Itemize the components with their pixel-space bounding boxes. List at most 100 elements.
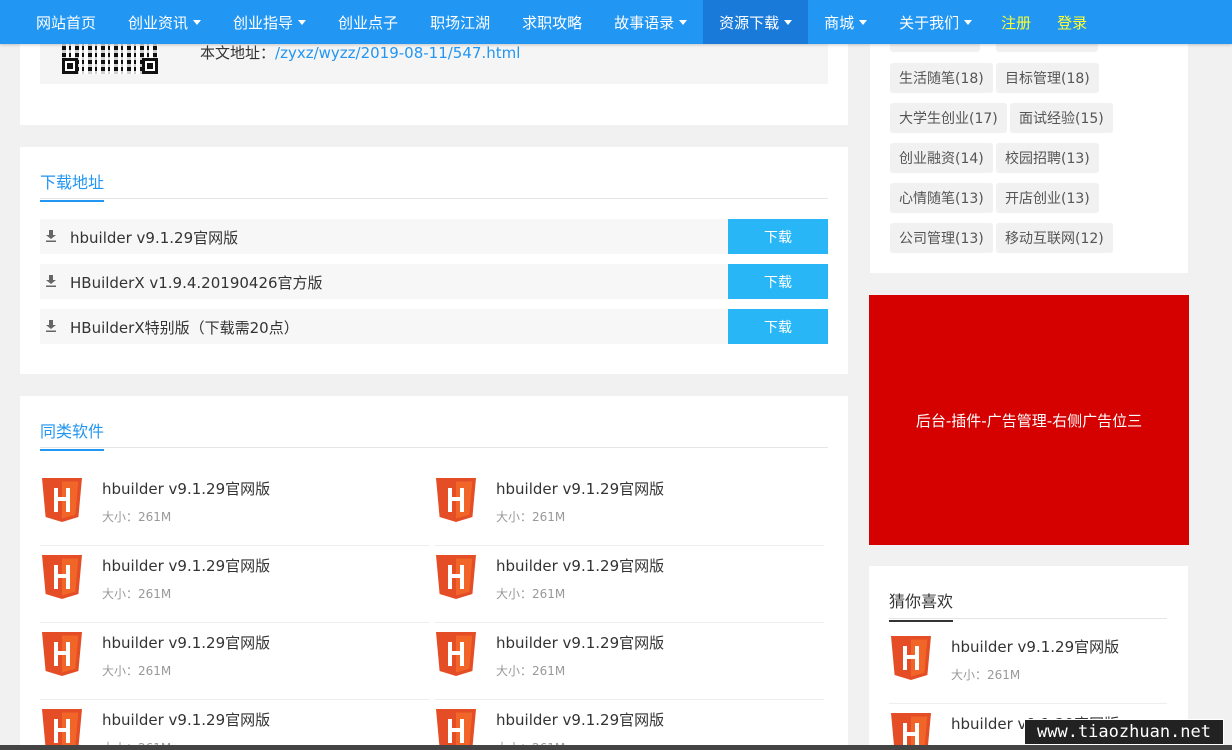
download-row: hbuilder v9.1.29官网版 下载 bbox=[40, 219, 828, 254]
software-name[interactable]: hbuilder v9.1.29官网版 bbox=[951, 636, 1119, 657]
similar-item[interactable]: hbuilder v9.1.29官网版大小：261M bbox=[434, 624, 824, 700]
download-button[interactable]: 下载 bbox=[728, 264, 828, 299]
nav-item-startup-ideas[interactable]: 创业点子 bbox=[322, 0, 414, 44]
caret-down-icon bbox=[859, 19, 868, 25]
divider bbox=[889, 618, 1167, 619]
address-link[interactable]: /zyxz/wyzz/2019-08-11/547.html bbox=[275, 44, 520, 62]
caret-down-icon bbox=[679, 19, 688, 25]
download-button[interactable]: 下载 bbox=[728, 309, 828, 344]
tag-item[interactable]: 开店创业(13) bbox=[996, 183, 1099, 213]
download-name: HBuilderX特别版（下载需20点） bbox=[70, 319, 299, 337]
software-size: 大小：261M bbox=[496, 587, 566, 601]
tag-item[interactable]: 公司管理(13) bbox=[890, 223, 993, 253]
caret-down-icon bbox=[298, 19, 307, 25]
guess-item[interactable]: hbuilder v9.1.29官网版大小：261M bbox=[889, 628, 1167, 704]
tag-item[interactable]: 移动互联网(12) bbox=[996, 223, 1113, 253]
software-name[interactable]: hbuilder v9.1.29官网版 bbox=[102, 709, 270, 730]
caret-down-icon bbox=[964, 19, 973, 25]
software-size: 大小：261M bbox=[496, 510, 566, 524]
download-icon bbox=[46, 275, 56, 287]
caret-down-icon bbox=[784, 19, 793, 25]
download-button[interactable]: 下载 bbox=[728, 219, 828, 254]
download-name: HBuilderX v1.9.4.20190426官方版 bbox=[70, 274, 323, 292]
tag-item[interactable]: 目标管理(18) bbox=[996, 63, 1099, 93]
software-name[interactable]: hbuilder v9.1.29官网版 bbox=[102, 478, 270, 499]
nav-item-workplace[interactable]: 职场江湖 bbox=[414, 0, 506, 44]
similar-item[interactable]: hbuilder v9.1.29官网版大小：261M bbox=[40, 701, 430, 750]
nav-item-stories[interactable]: 故事语录 bbox=[598, 0, 703, 44]
nav-item-shop[interactable]: 商城 bbox=[808, 0, 883, 44]
nav-item-about[interactable]: 关于我们 bbox=[883, 0, 988, 44]
html5-logo-icon bbox=[436, 632, 476, 676]
login-link[interactable]: 登录 bbox=[1044, 0, 1100, 44]
register-link[interactable]: 注册 bbox=[988, 0, 1044, 44]
divider bbox=[40, 198, 828, 199]
similar-item[interactable]: hbuilder v9.1.29官网版大小：261M bbox=[40, 547, 430, 623]
html5-logo-icon bbox=[891, 636, 931, 680]
nav-item-home[interactable]: 网站首页 bbox=[20, 0, 112, 44]
guess-title: 猜你喜欢 bbox=[889, 588, 954, 622]
nav-label: 资源下载 bbox=[719, 13, 780, 32]
download-icon bbox=[46, 320, 56, 332]
html5-logo-icon bbox=[42, 478, 82, 522]
similar-item[interactable]: hbuilder v9.1.29官网版大小：261M bbox=[434, 701, 824, 750]
download-row: HBuilderX v1.9.4.20190426官方版 下载 bbox=[40, 264, 828, 299]
similar-software-panel: 同类软件 hbuilder v9.1.29官网版 大小：261M hbuilder … bbox=[20, 396, 848, 750]
software-name[interactable]: hbuilder v9.1.29官网版 bbox=[102, 555, 270, 576]
nav-label: 创业指导 bbox=[233, 13, 294, 32]
download-panel: 下载地址 hbuilder v9.1.29官网版 下载 HBuilderX v1… bbox=[20, 147, 848, 374]
tag-item[interactable]: 创业融资(14) bbox=[890, 143, 993, 173]
nav-label: 创业资讯 bbox=[128, 13, 189, 32]
software-name[interactable]: hbuilder v9.1.29官网版 bbox=[496, 478, 664, 499]
bottom-bar bbox=[0, 745, 1232, 750]
watermark: www.tiaozhuan.net bbox=[1024, 719, 1224, 745]
divider bbox=[40, 447, 828, 448]
similar-item[interactable]: hbuilder v9.1.29官网版大小：261M bbox=[434, 470, 824, 546]
html5-logo-icon bbox=[436, 555, 476, 599]
nav-item-job-tips[interactable]: 求职攻略 bbox=[506, 0, 598, 44]
software-name[interactable]: hbuilder v9.1.29官网版 bbox=[102, 632, 270, 653]
nav-item-startup-guide[interactable]: 创业指导 bbox=[217, 0, 322, 44]
software-size: 大小：261M bbox=[102, 510, 172, 524]
nav-label: 职场江湖 bbox=[430, 13, 491, 32]
caret-down-icon bbox=[193, 19, 202, 25]
html5-logo-icon bbox=[436, 478, 476, 522]
software-size: 大小：261M bbox=[102, 664, 172, 678]
article-address: 本文地址：/zyxz/wyzz/2019-08-11/547.html bbox=[200, 42, 520, 63]
html5-logo-icon bbox=[436, 709, 476, 750]
software-size: 大小：261M bbox=[951, 668, 1021, 682]
qr-corner bbox=[62, 58, 78, 74]
top-nav: 网站首页 创业资讯 创业指导 创业点子 职场江湖 求职攻略 故事语录 资源下载 … bbox=[0, 0, 1232, 44]
software-size: 大小：261M bbox=[102, 587, 172, 601]
html5-logo-icon bbox=[42, 555, 82, 599]
tag-item[interactable]: 心情随笔(13) bbox=[890, 183, 993, 213]
nav-label: 网站首页 bbox=[36, 13, 97, 32]
tag-item[interactable]: 生活随笔(18) bbox=[890, 63, 993, 93]
qr-corner bbox=[142, 58, 158, 74]
nav-item-downloads[interactable]: 资源下载 bbox=[703, 0, 809, 44]
nav-label: 故事语录 bbox=[614, 13, 675, 32]
nav-label: 关于我们 bbox=[899, 13, 960, 32]
address-label: 本文地址： bbox=[200, 44, 276, 62]
nav-item-startup-news[interactable]: 创业资讯 bbox=[112, 0, 217, 44]
similar-item[interactable]: hbuilder v9.1.29官网版大小：261M bbox=[40, 624, 430, 700]
tag-item[interactable]: 校园招聘(13) bbox=[996, 143, 1099, 173]
software-name[interactable]: hbuilder v9.1.29官网版 bbox=[496, 555, 664, 576]
download-row: HBuilderX特别版（下载需20点） 下载 bbox=[40, 309, 828, 344]
html5-logo-icon bbox=[42, 709, 82, 750]
software-size: 大小：261M bbox=[496, 664, 566, 678]
nav-label: 商城 bbox=[824, 13, 855, 32]
nav-label: 创业点子 bbox=[338, 13, 399, 32]
download-icon bbox=[46, 230, 56, 242]
ad-text: 后台-插件-广告管理-右侧广告位三 bbox=[915, 411, 1143, 430]
tag-item[interactable]: 大学生创业(17) bbox=[890, 103, 1007, 133]
tag-item[interactable]: 面试经验(15) bbox=[1010, 103, 1113, 133]
ad-banner[interactable]: 后台-插件-广告管理-右侧广告位三 bbox=[869, 295, 1189, 545]
html5-logo-icon bbox=[42, 632, 82, 676]
nav-label: 求职攻略 bbox=[522, 13, 583, 32]
download-name: hbuilder v9.1.29官网版 bbox=[70, 229, 239, 247]
similar-item[interactable]: hbuilder v9.1.29官网版大小：261M bbox=[434, 547, 824, 623]
software-name[interactable]: hbuilder v9.1.29官网版 bbox=[496, 632, 664, 653]
similar-item[interactable]: hbuilder v9.1.29官网版大小：261M bbox=[40, 470, 430, 546]
software-name[interactable]: hbuilder v9.1.29官网版 bbox=[496, 709, 664, 730]
